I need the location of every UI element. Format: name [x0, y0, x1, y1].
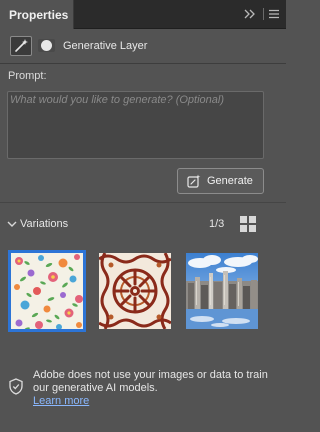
- panel-menu-icon[interactable]: [268, 8, 280, 20]
- privacy-notice: Adobe does not use your images or data t…: [33, 369, 268, 394]
- section-divider: [0, 202, 286, 203]
- generate-label: Generate: [207, 175, 253, 187]
- generate-button[interactable]: Generate: [177, 168, 264, 194]
- shield-icon: [9, 378, 23, 395]
- variation-thumbnail-3[interactable]: [186, 253, 258, 329]
- grid-view-icon[interactable]: [240, 216, 256, 232]
- tab-bar-divider: [263, 8, 264, 20]
- collapse-panel-icon[interactable]: [243, 7, 257, 21]
- variation-thumbnail-2[interactable]: [99, 253, 171, 329]
- tab-properties[interactable]: Properties: [0, 0, 74, 29]
- layer-type-row: Generative Layer: [0, 29, 286, 63]
- section-divider: [0, 63, 286, 64]
- learn-more-link[interactable]: Learn more: [33, 395, 89, 407]
- floral-pattern-image: [11, 253, 83, 329]
- city-skyline-image: [186, 253, 258, 329]
- prompt-label: Prompt:: [8, 70, 47, 82]
- variations-count: 1/3: [209, 218, 225, 230]
- layer-type-label: Generative Layer: [63, 40, 148, 52]
- generate-icon: [187, 174, 201, 188]
- mandala-pattern-image: [99, 253, 171, 329]
- prompt-input[interactable]: [8, 94, 260, 156]
- generative-layer-icon: [10, 36, 32, 56]
- chevron-down-icon[interactable]: [7, 219, 17, 227]
- layer-mask-icon[interactable]: [38, 39, 55, 52]
- variations-header[interactable]: Variations: [20, 218, 68, 230]
- panel-tab-bar: Properties: [0, 0, 286, 29]
- variation-thumbnail-1[interactable]: [8, 250, 86, 332]
